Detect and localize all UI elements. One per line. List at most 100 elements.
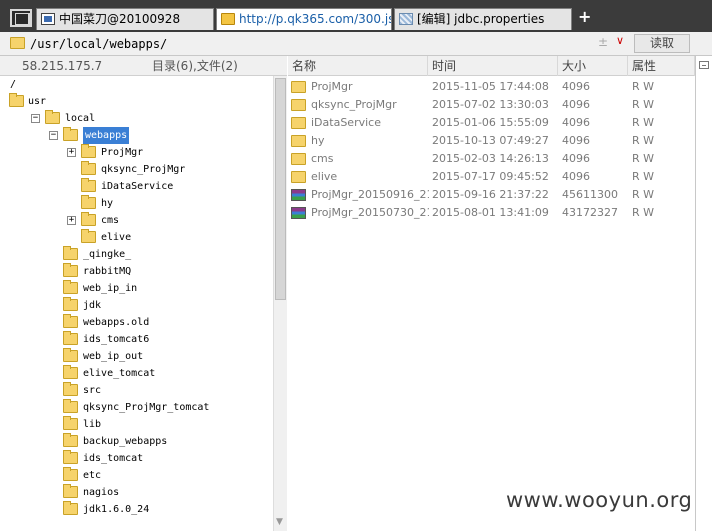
expand-icon[interactable]: + — [67, 216, 76, 225]
tree-node-label: _qingke_ — [83, 249, 132, 260]
plus-minus-icon[interactable]: ± — [598, 35, 608, 49]
tab-editor[interactable]: [编辑] jdbc.properties — [394, 8, 572, 30]
tree-node-label: web_ip_out — [83, 351, 144, 362]
file-time: 2015-07-02 13:30:03 — [432, 98, 549, 111]
tree-node-label: etc — [83, 470, 102, 481]
folder-icon — [63, 127, 78, 141]
tree-node-label: rabbitMQ — [83, 266, 132, 277]
tab-file-manager[interactable]: http://p.qk365.com/300.jsp — [216, 8, 392, 30]
file-name: ProjMgr — [311, 80, 353, 93]
file-name: cms — [311, 152, 334, 165]
file-list-pane: 名称 时间 大小 属性 ProjMgr 2015-11-05 17:44:08 40… — [288, 56, 695, 531]
tree-node-label: elive — [101, 232, 132, 243]
item-count: 目录(6),文件(2) — [152, 59, 238, 73]
folder-icon — [291, 117, 306, 129]
file-attr: R W — [632, 188, 655, 201]
tree-node-label: ids_tomcat — [83, 453, 144, 464]
collapse-icon[interactable]: − — [31, 114, 40, 123]
folder-icon — [63, 314, 78, 328]
side-panel — [695, 56, 712, 531]
tree-node-label: jdk — [83, 300, 102, 311]
file-row[interactable]: ProjMgr_20150730_21...2015-08-01 13:41:0… — [288, 204, 695, 222]
file-name: elive — [311, 170, 338, 183]
folder-icon — [81, 144, 96, 158]
file-size: 4096 — [562, 170, 590, 183]
tree-node-label: src — [83, 385, 102, 396]
tree-node-label: qksync_ProjMgr — [101, 164, 186, 175]
document-icon — [399, 13, 413, 25]
folder-icon — [63, 263, 78, 277]
file-size: 4096 — [562, 134, 590, 147]
file-row[interactable]: qksync_ProjMgr 2015-07-02 13:30:03 4096 R W — [288, 96, 695, 114]
tab-label: 中国菜刀@20100928 — [59, 12, 181, 26]
file-attr: R W — [632, 170, 655, 183]
folder-icon — [291, 171, 306, 183]
tree-node-label: nagios — [83, 487, 120, 498]
folder-icon — [221, 13, 235, 25]
new-tab-button[interactable]: + — [578, 9, 591, 25]
tab-label: http://p.qk365.com/300.jsp — [239, 12, 392, 26]
column-name[interactable]: 名称 — [288, 56, 428, 76]
chevron-down-icon[interactable]: ∨ — [616, 34, 624, 47]
folder-icon — [81, 195, 96, 209]
folder-icon — [81, 212, 96, 226]
column-time[interactable]: 时间 — [428, 56, 558, 76]
tree-node-label: lib — [83, 419, 102, 430]
read-button[interactable]: 读取 — [634, 34, 690, 53]
path-input[interactable]: /usr/local/webapps/ — [30, 34, 590, 54]
tree-node-label: webapps — [83, 127, 130, 144]
folder-icon — [63, 484, 78, 498]
file-size: 4096 — [562, 152, 590, 165]
file-row[interactable]: iDataService 2015-01-06 15:55:09 4096 R W — [288, 114, 695, 132]
file-size: 45611300 — [562, 188, 618, 201]
folder-icon — [291, 99, 306, 111]
folder-icon — [63, 416, 78, 430]
tree-node-label: jdk1.6.0_24 — [83, 504, 150, 515]
folder-icon — [63, 450, 78, 464]
file-attr: R W — [632, 116, 655, 129]
scroll-down-icon[interactable]: ▼ — [276, 517, 283, 527]
file-time: 2015-02-03 14:26:13 — [432, 152, 549, 165]
tree-node-label: backup_webapps — [83, 436, 168, 447]
file-time: 2015-11-05 17:44:08 — [432, 80, 549, 93]
file-row[interactable]: ProjMgr 2015-11-05 17:44:08 4096 R W — [288, 78, 695, 96]
folder-icon — [63, 501, 78, 515]
window-menu-icon[interactable] — [10, 9, 32, 27]
tree-node-label: web_ip_in — [83, 283, 138, 294]
tab-label: [编辑] jdbc.properties — [417, 12, 545, 26]
tree-node-label: local — [65, 113, 96, 124]
collapse-icon[interactable] — [699, 61, 709, 69]
tab-caidao[interactable]: 中国菜刀@20100928 — [36, 8, 214, 30]
file-time: 2015-01-06 15:55:09 — [432, 116, 549, 129]
folder-icon — [63, 246, 78, 260]
server-ip: 58.215.175.7 — [22, 59, 103, 73]
file-attr: R W — [632, 134, 655, 147]
folder-icon — [291, 81, 306, 93]
folder-icon — [63, 348, 78, 362]
tree-scrollbar[interactable]: ▼ — [273, 76, 287, 531]
folder-icon — [81, 229, 96, 243]
file-size: 4096 — [562, 98, 590, 111]
tree-node-label: ProjMgr — [101, 147, 144, 158]
file-attr: R W — [632, 152, 655, 165]
file-size: 4096 — [562, 80, 590, 93]
column-size[interactable]: 大小 — [558, 56, 628, 76]
tree-node-label: iDataService — [101, 181, 174, 192]
file-row[interactable]: elive 2015-07-17 09:45:52 4096 R W — [288, 168, 695, 186]
file-time: 2015-10-13 07:49:27 — [432, 134, 549, 147]
column-attr[interactable]: 属性 — [628, 56, 695, 76]
file-row[interactable]: hy 2015-10-13 07:49:27 4096 R W — [288, 132, 695, 150]
folder-icon — [63, 280, 78, 294]
address-bar: /usr/local/webapps/ ± ∨ 读取 — [0, 32, 712, 56]
file-size: 4096 — [562, 116, 590, 129]
file-time: 2015-08-01 13:41:09 — [432, 206, 549, 219]
file-name: qksync_ProjMgr — [311, 98, 397, 111]
collapse-icon[interactable]: − — [49, 131, 58, 140]
folder-icon — [45, 110, 60, 124]
file-row[interactable]: ProjMgr_20150916_21...2015-09-16 21:37:2… — [288, 186, 695, 204]
folder-icon — [63, 399, 78, 413]
scrollbar-thumb[interactable] — [275, 78, 286, 300]
expand-icon[interactable]: + — [67, 148, 76, 157]
file-attr: R W — [632, 98, 655, 111]
file-row[interactable]: cms 2015-02-03 14:26:13 4096 R W — [288, 150, 695, 168]
